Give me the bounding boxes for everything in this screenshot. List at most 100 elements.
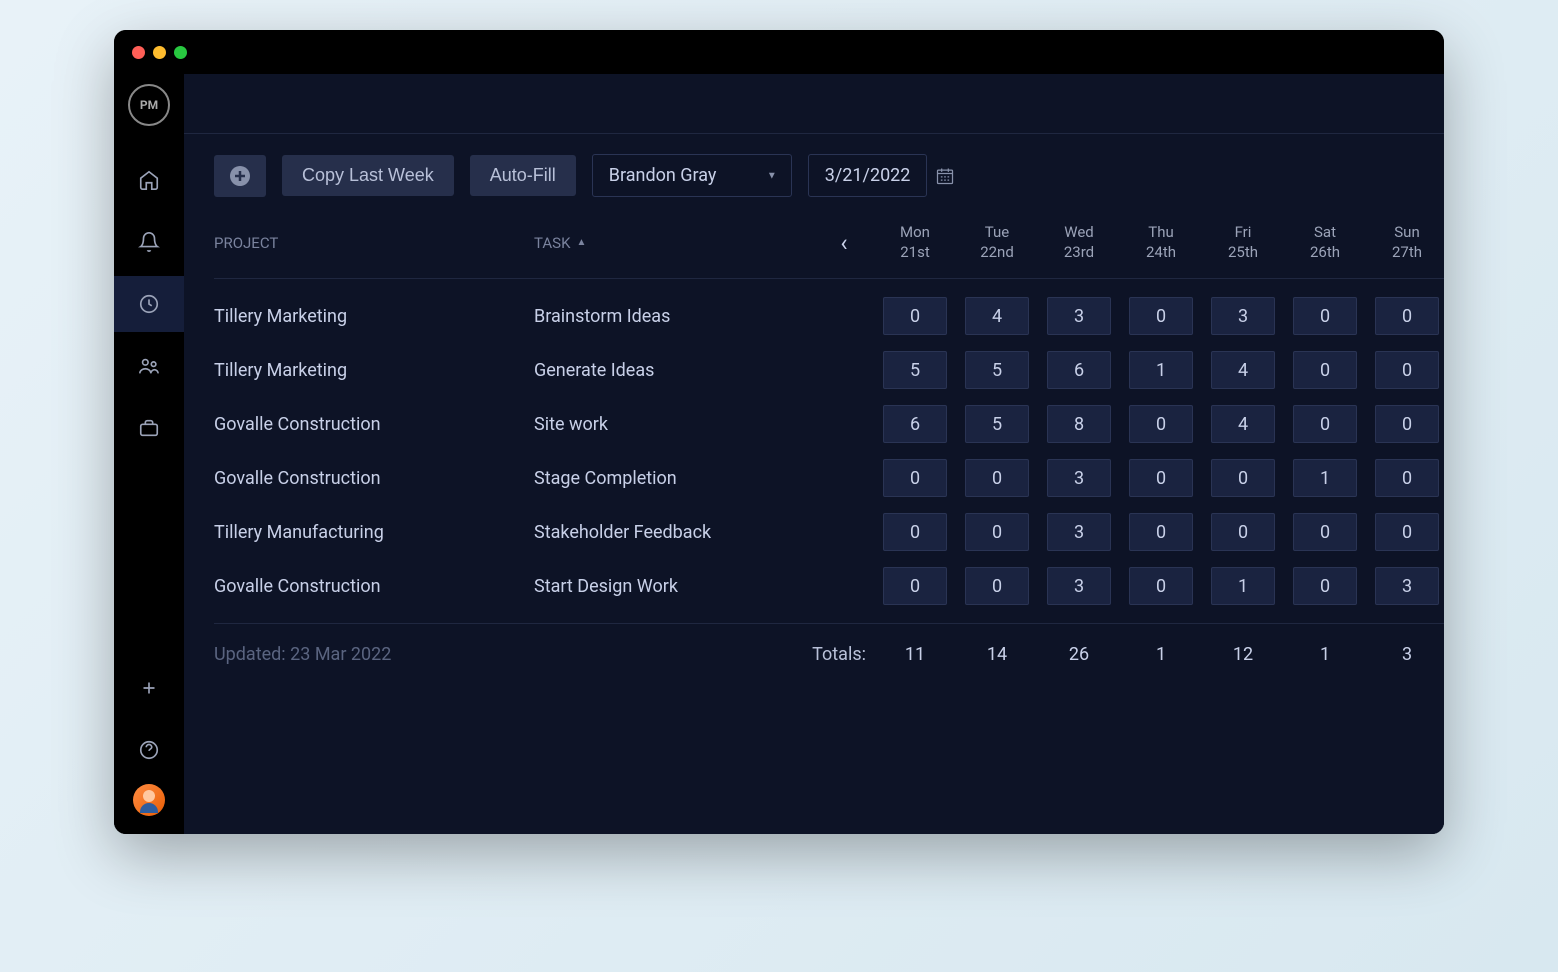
toolbar: Copy Last Week Auto-Fill Brandon Gray 3/… (184, 134, 1444, 211)
auto-fill-button[interactable]: Auto-Fill (470, 155, 576, 196)
hour-input[interactable]: 0 (1375, 351, 1439, 389)
day-header: Sat26th (1284, 223, 1366, 262)
app-window: PM (114, 30, 1444, 834)
hour-input[interactable]: 4 (965, 297, 1029, 335)
grid-header: PROJECT TASK ▲ ‹ Mon21st Tue22nd Wed23rd… (214, 211, 1444, 279)
date-input[interactable]: 3/21/2022 (808, 154, 928, 197)
task-cell: Brainstorm Ideas (534, 306, 814, 327)
user-select[interactable]: Brandon Gray (592, 154, 792, 197)
hour-input[interactable]: 0 (1129, 297, 1193, 335)
home-icon (138, 169, 160, 191)
nav-add[interactable] (114, 660, 184, 716)
total-value: 1 (1284, 644, 1366, 665)
total-value: 12 (1202, 644, 1284, 665)
hour-input[interactable]: 3 (1047, 459, 1111, 497)
hour-input[interactable]: 0 (883, 297, 947, 335)
nav-team[interactable] (114, 338, 184, 394)
totals-row: Updated: 23 Mar 2022 Totals: 11 14 26 1 … (214, 623, 1444, 685)
hour-input[interactable]: 0 (1211, 513, 1275, 551)
hour-input[interactable]: 1 (1129, 351, 1193, 389)
day-header: Sun27th (1366, 223, 1444, 262)
app-body: PM (114, 74, 1444, 834)
hour-input[interactable]: 0 (1293, 351, 1357, 389)
minimize-window-button[interactable] (153, 46, 166, 59)
hour-input[interactable]: 0 (1211, 459, 1275, 497)
timesheet-row: Govalle ConstructionSite work6580400 (214, 397, 1444, 451)
hour-input[interactable]: 6 (883, 405, 947, 443)
hour-input[interactable]: 0 (1375, 405, 1439, 443)
nav-home[interactable] (114, 152, 184, 208)
plus-circle-icon (228, 164, 252, 188)
hour-input[interactable]: 0 (883, 459, 947, 497)
project-header: PROJECT (214, 234, 534, 252)
nav-help[interactable] (114, 722, 184, 778)
hour-input[interactable]: 3 (1375, 567, 1439, 605)
hour-input[interactable]: 0 (965, 513, 1029, 551)
people-icon (138, 355, 160, 377)
timesheet-row: Tillery MarketingBrainstorm Ideas0430300 (214, 279, 1444, 343)
task-cell: Site work (534, 414, 814, 435)
hour-input[interactable]: 3 (1047, 297, 1111, 335)
user-avatar[interactable] (133, 784, 165, 816)
hour-input[interactable]: 0 (1293, 405, 1357, 443)
hour-input[interactable]: 0 (1293, 513, 1357, 551)
timesheet-row: Tillery MarketingGenerate Ideas5561400 (214, 343, 1444, 397)
task-header[interactable]: TASK ▲ (534, 234, 814, 252)
timesheet-grid: PROJECT TASK ▲ ‹ Mon21st Tue22nd Wed23rd… (184, 211, 1444, 685)
hour-input[interactable]: 0 (965, 459, 1029, 497)
hour-input[interactable]: 5 (883, 351, 947, 389)
hour-input[interactable]: 0 (1293, 567, 1357, 605)
nav-projects[interactable] (114, 400, 184, 456)
hour-input[interactable]: 8 (1047, 405, 1111, 443)
hour-input[interactable]: 6 (1047, 351, 1111, 389)
copy-last-week-button[interactable]: Copy Last Week (282, 155, 454, 196)
hour-input[interactable]: 3 (1047, 567, 1111, 605)
hour-input[interactable]: 0 (1375, 459, 1439, 497)
totals-label: Totals: (534, 644, 874, 665)
sidebar: PM (114, 74, 184, 834)
hour-input[interactable]: 0 (965, 567, 1029, 605)
hour-input[interactable]: 0 (1293, 297, 1357, 335)
hour-input[interactable]: 0 (1375, 513, 1439, 551)
project-cell: Govalle Construction (214, 414, 534, 435)
nav-timesheet[interactable] (114, 276, 184, 332)
hour-input[interactable]: 0 (1375, 297, 1439, 335)
briefcase-icon (138, 417, 160, 439)
hour-input[interactable]: 4 (1211, 351, 1275, 389)
maximize-window-button[interactable] (174, 46, 187, 59)
plus-icon (138, 677, 160, 699)
grid-body: Tillery MarketingBrainstorm Ideas0430300… (214, 279, 1444, 613)
total-value: 11 (874, 644, 956, 665)
total-value: 26 (1038, 644, 1120, 665)
day-header: Wed23rd (1038, 223, 1120, 262)
hour-input[interactable]: 0 (1129, 405, 1193, 443)
titlebar (114, 30, 1444, 74)
hour-input[interactable]: 4 (1211, 405, 1275, 443)
project-cell: Govalle Construction (214, 468, 534, 489)
sort-asc-icon: ▲ (576, 237, 586, 248)
hour-input[interactable]: 1 (1293, 459, 1357, 497)
bell-icon (138, 231, 160, 253)
add-row-button[interactable] (214, 155, 266, 197)
task-cell: Start Design Work (534, 576, 814, 597)
hour-input[interactable]: 0 (883, 513, 947, 551)
hour-input[interactable]: 3 (1047, 513, 1111, 551)
total-value: 14 (956, 644, 1038, 665)
nav-notifications[interactable] (114, 214, 184, 270)
hour-input[interactable]: 3 (1211, 297, 1275, 335)
hour-input[interactable]: 1 (1211, 567, 1275, 605)
hour-input[interactable]: 5 (965, 351, 1029, 389)
hour-input[interactable]: 0 (1129, 513, 1193, 551)
hour-input[interactable]: 0 (883, 567, 947, 605)
main-content: Copy Last Week Auto-Fill Brandon Gray 3/… (184, 74, 1444, 834)
hour-input[interactable]: 0 (1129, 567, 1193, 605)
close-window-button[interactable] (132, 46, 145, 59)
calendar-icon[interactable] (935, 166, 955, 186)
timesheet-row: Govalle ConstructionStage Completion0030… (214, 451, 1444, 505)
prev-week-button[interactable]: ‹ (814, 229, 874, 257)
hour-input[interactable]: 0 (1129, 459, 1193, 497)
hour-input[interactable]: 5 (965, 405, 1029, 443)
updated-label: Updated: 23 Mar 2022 (214, 644, 534, 665)
task-cell: Stakeholder Feedback (534, 522, 814, 543)
day-header: Tue22nd (956, 223, 1038, 262)
